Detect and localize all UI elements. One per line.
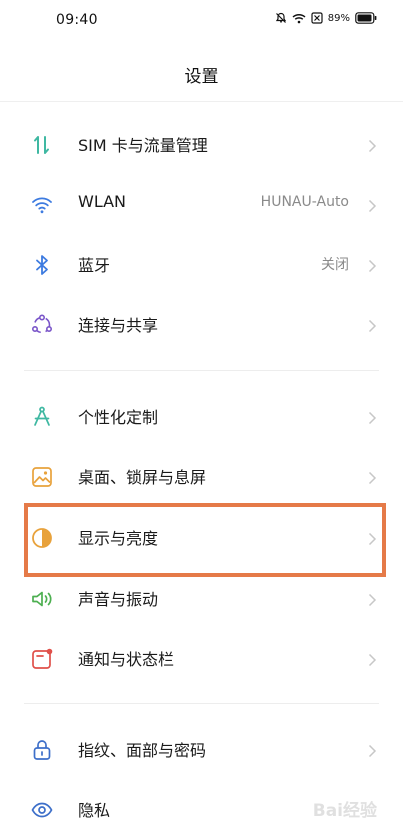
settings-item-connection-sharing[interactable]: 连接与共享 xyxy=(0,294,403,354)
sim-off-icon xyxy=(311,12,323,24)
chevron-right-icon xyxy=(368,652,377,667)
settings-item-desktop-lockscreen[interactable]: 桌面、锁屏与息屏 xyxy=(0,446,403,506)
wallpaper-icon xyxy=(30,465,54,489)
settings-item-label: SIM 卡与流量管理 xyxy=(78,136,208,155)
status-bar: 09:40 89% xyxy=(0,0,403,40)
battery-icon xyxy=(355,12,377,24)
sim-data-icon xyxy=(30,133,54,157)
page-title: 设置 xyxy=(184,67,219,87)
speaker-icon xyxy=(30,587,54,611)
settings-item-notifications-statusbar[interactable]: 通知与状态栏 xyxy=(0,628,403,688)
header-divider xyxy=(0,101,403,102)
notification-icon xyxy=(30,647,54,671)
settings-item-label: 声音与振动 xyxy=(78,590,159,609)
settings-item-sim[interactable]: SIM 卡与流量管理 xyxy=(0,114,403,174)
chevron-right-icon xyxy=(368,592,377,607)
compass-icon xyxy=(30,405,54,429)
settings-item-label: 个性化定制 xyxy=(78,408,159,427)
settings-item-label: 桌面、锁屏与息屏 xyxy=(78,468,207,487)
chevron-right-icon xyxy=(368,258,377,273)
settings-item-value: 关闭 xyxy=(321,257,349,273)
settings-item-label: 连接与共享 xyxy=(78,316,159,335)
watermark: Bai经验 xyxy=(313,796,377,821)
wifi-icon xyxy=(292,13,306,24)
settings-item-label: 指纹、面部与密码 xyxy=(78,741,207,760)
status-icons: 89% xyxy=(275,12,377,24)
share-icon xyxy=(30,313,54,337)
bluetooth-icon xyxy=(30,253,54,277)
settings-item-value: HUNAU-Auto xyxy=(260,194,349,210)
settings-item-label: WLAN xyxy=(78,192,127,211)
settings-item-personalization[interactable]: 个性化定制 xyxy=(0,386,403,446)
settings-screen: 09:40 89% 设置 SIM 卡与流量管理 WLAN HUNAU-Auto … xyxy=(0,0,403,835)
group-divider xyxy=(24,703,379,704)
privacy-eye-icon xyxy=(30,798,54,822)
status-time: 09:40 xyxy=(56,12,98,28)
chevron-right-icon xyxy=(368,410,377,425)
settings-item-fingerprint-face-password[interactable]: 指纹、面部与密码 xyxy=(0,719,403,779)
group-divider xyxy=(24,370,379,371)
chevron-right-icon xyxy=(368,198,377,213)
battery-percent: 89% xyxy=(327,12,350,24)
settings-item-label: 通知与状态栏 xyxy=(78,650,175,669)
watermark-text: Bai经验 xyxy=(312,801,377,821)
settings-item-bluetooth[interactable]: 蓝牙 关闭 xyxy=(0,234,403,294)
highlight-annotation xyxy=(24,503,386,577)
settings-item-wlan[interactable]: WLAN HUNAU-Auto xyxy=(0,174,403,234)
settings-item-label: 隐私 xyxy=(78,801,111,820)
settings-item-sound-vibration[interactable]: 声音与振动 xyxy=(0,568,403,628)
chevron-right-icon xyxy=(368,138,377,153)
wifi-icon xyxy=(30,193,54,217)
chevron-right-icon xyxy=(368,470,377,485)
bell-off-icon xyxy=(275,12,287,24)
lock-icon xyxy=(30,738,54,762)
chevron-right-icon xyxy=(368,743,377,758)
chevron-right-icon xyxy=(368,318,377,333)
settings-item-label: 蓝牙 xyxy=(78,256,111,275)
